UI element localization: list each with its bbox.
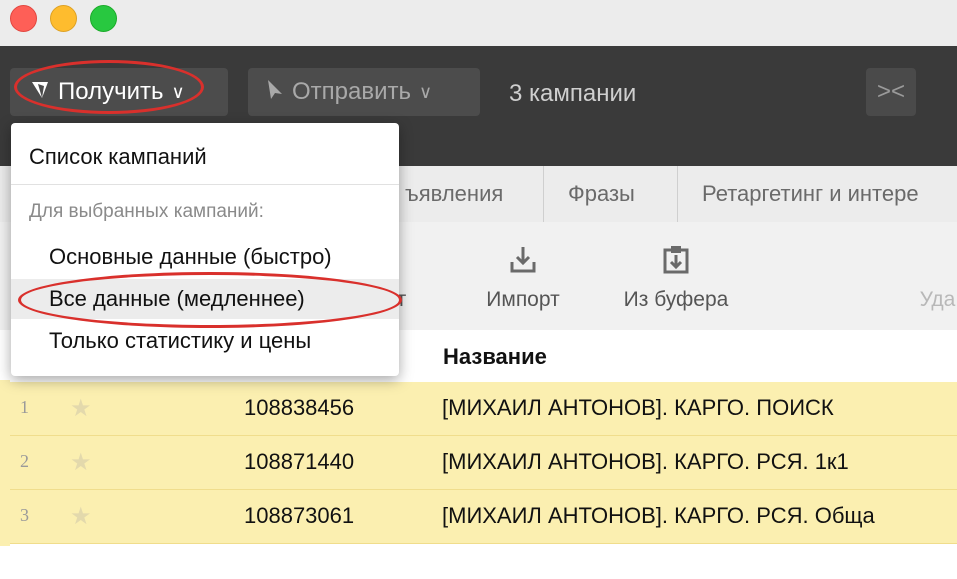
highlight-annotation	[18, 272, 402, 328]
highlight-annotation	[14, 60, 204, 114]
import-button[interactable]: Импорт	[470, 222, 576, 330]
campaign-count: 3 кампании	[509, 80, 637, 107]
paste-from-clipboard-icon	[610, 244, 742, 274]
campaign-name: [МИХАИЛ АНТОНОВ]. КАРГО. РСЯ. Обща	[442, 503, 875, 528]
tab-phrases[interactable]: Фразы	[543, 166, 677, 222]
row-number: 2	[20, 451, 29, 471]
row-number: 1	[20, 397, 29, 417]
menu-section-header: Для выбранных кампаний:	[29, 201, 264, 222]
menu-item-campaign-list[interactable]: Список кампаний	[11, 137, 399, 177]
campaign-name: [МИХАИЛ АНТОНОВ]. КАРГО. РСЯ. 1к1	[442, 449, 849, 474]
tab-retargeting[interactable]: Ретаргетинг и интере	[677, 166, 957, 222]
menu-divider	[11, 184, 399, 185]
table-row[interactable]: 2 ★ 108871440 [МИХАИЛ АНТОНОВ]. КАРГО. Р…	[10, 436, 957, 490]
zoom-window-button[interactable]	[90, 5, 117, 32]
campaign-id: 108871440	[244, 449, 355, 474]
get-dropdown-menu: Список кампаний Для выбранных кампаний: …	[11, 123, 399, 376]
delete-button[interactable]: Уда	[918, 222, 957, 330]
chevron-down-icon: ∨	[419, 81, 433, 102]
send-button[interactable]: Отправить ∨	[248, 68, 480, 116]
campaign-id: 108838456	[244, 395, 355, 420]
star-icon[interactable]: ★	[70, 502, 92, 531]
campaign-id: 108873061	[244, 503, 355, 528]
title-bar	[0, 0, 957, 47]
row-number: 3	[20, 505, 29, 525]
row-gutter	[0, 380, 10, 546]
star-icon[interactable]: ★	[70, 448, 92, 477]
name-column-header[interactable]: Название	[443, 344, 547, 370]
close-window-button[interactable]	[10, 5, 37, 32]
paste-from-clipboard-button[interactable]: Из буфера	[610, 222, 742, 330]
delete-icon	[918, 244, 957, 274]
table-row[interactable]: 3 ★ 108873061 [МИХАИЛ АНТОНОВ]. КАРГО. Р…	[10, 490, 957, 544]
send-arrow-icon	[266, 78, 284, 106]
campaign-name: [МИХАИЛ АНТОНОВ]. КАРГО. ПОИСК	[442, 395, 834, 420]
table-row[interactable]: 1 ★ 108838456 [МИХАИЛ АНТОНОВ]. КАРГО. П…	[10, 382, 957, 436]
collapse-icon: ><	[876, 78, 906, 105]
star-icon[interactable]: ★	[70, 394, 92, 423]
import-icon	[470, 244, 576, 274]
tab-ads[interactable]: ъявления	[380, 166, 543, 222]
menu-item-basic-data[interactable]: Основные данные (быстро)	[11, 237, 399, 277]
send-button-label: Отправить	[292, 78, 412, 105]
collapse-panel-button[interactable]: ><	[866, 68, 916, 116]
minimize-window-button[interactable]	[50, 5, 77, 32]
